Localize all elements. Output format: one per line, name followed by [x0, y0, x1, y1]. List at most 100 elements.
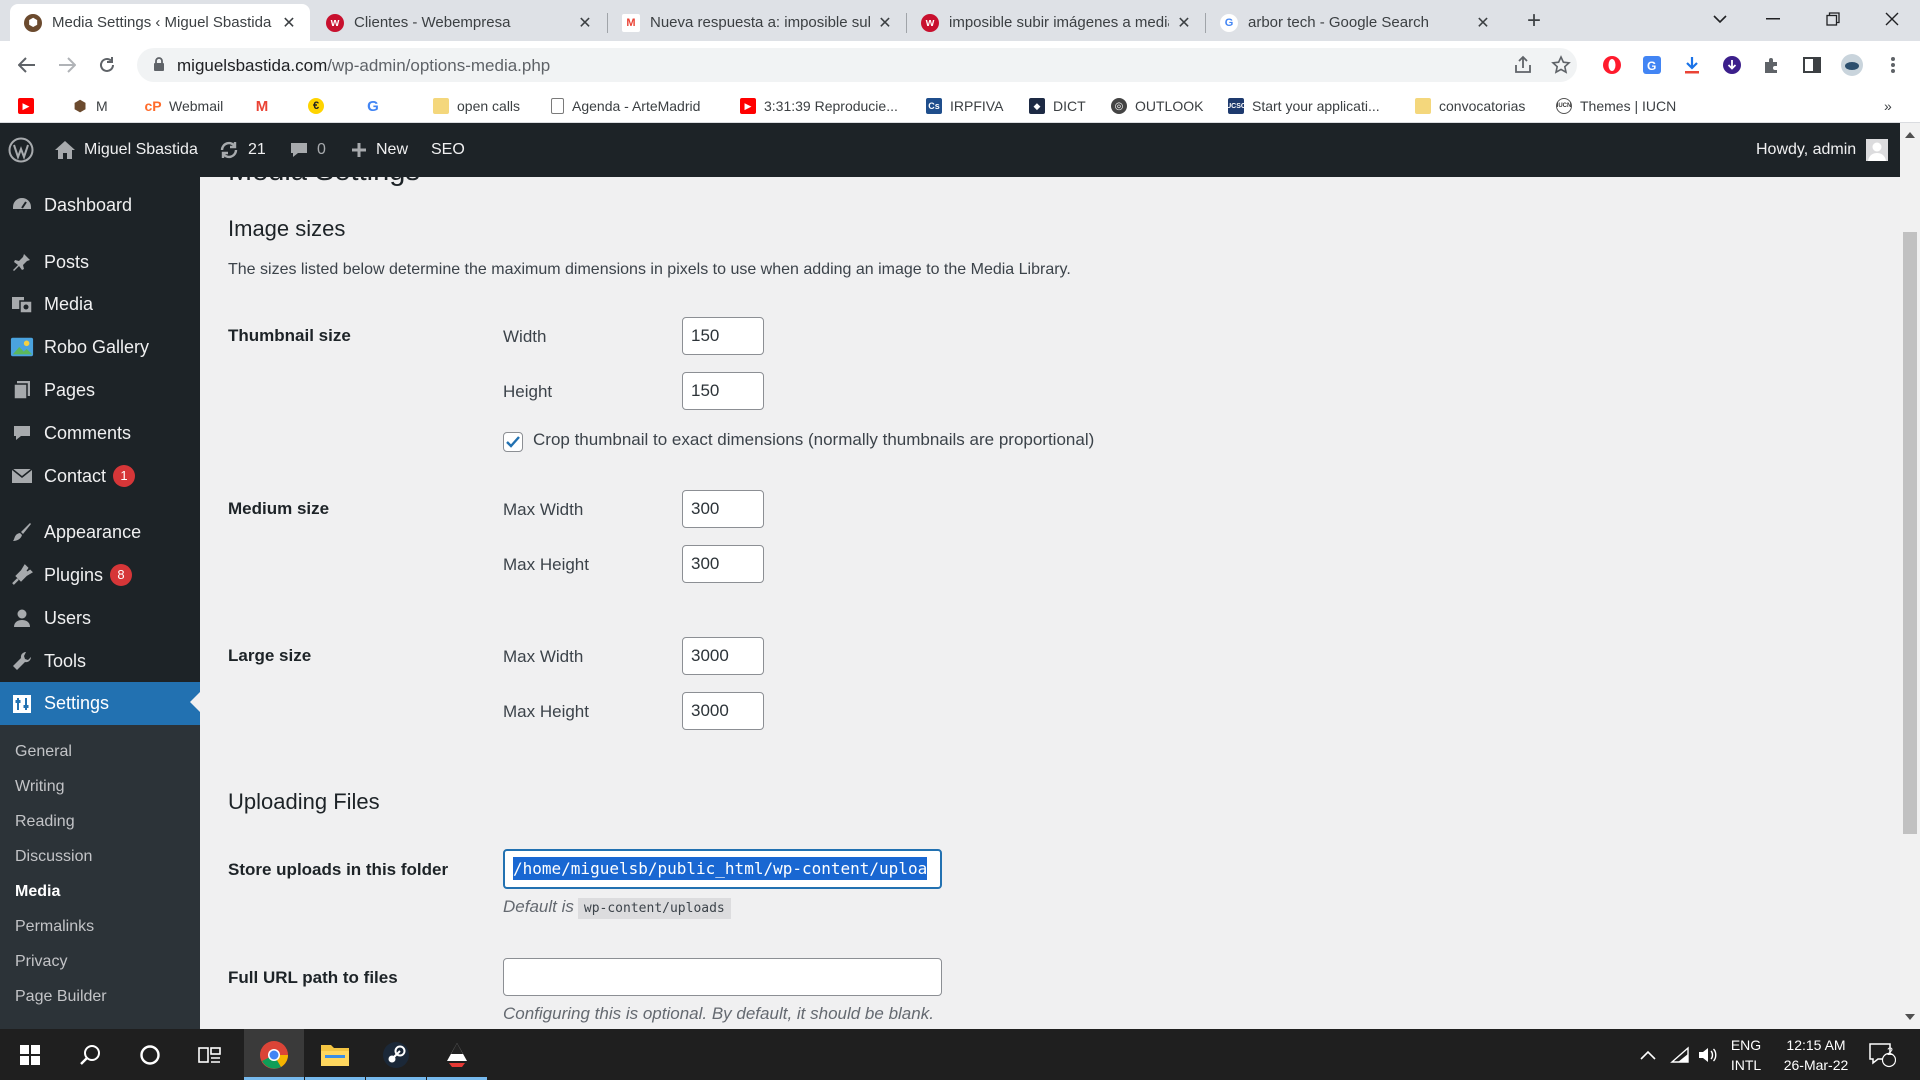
input-language-button[interactable]: ENG INTL	[1724, 1029, 1768, 1080]
lock-icon[interactable]	[153, 57, 165, 72]
profile-avatar[interactable]	[1841, 54, 1863, 76]
network-button[interactable]	[1670, 1029, 1690, 1080]
scroll-down-arrow[interactable]	[1905, 1014, 1915, 1020]
close-icon[interactable]: ✕	[576, 13, 594, 33]
close-window-button[interactable]	[1864, 0, 1920, 38]
sidebar-item-media[interactable]: Media	[0, 284, 200, 324]
task-view-button[interactable]	[180, 1029, 240, 1080]
minimize-button[interactable]	[1745, 0, 1801, 38]
kebab-menu-icon[interactable]	[1882, 54, 1904, 76]
show-hidden-icons-button[interactable]	[1640, 1029, 1656, 1080]
bookmark-webmail[interactable]: cP Webmail	[144, 96, 223, 116]
address-bar[interactable]: miguelsbastida.com/wp-admin/options-medi…	[137, 48, 1577, 82]
full-url-input[interactable]	[503, 958, 942, 996]
bookmark-youtube[interactable]: ▶	[18, 96, 42, 116]
reload-button[interactable]	[93, 51, 121, 79]
thumbnail-width-input[interactable]: 150	[682, 317, 764, 355]
back-button[interactable]	[13, 51, 41, 79]
volume-button[interactable]	[1697, 1029, 1717, 1080]
download-icon[interactable]	[1681, 54, 1703, 76]
close-icon[interactable]: ✕	[876, 13, 894, 33]
bookmark-start-application[interactable]: UCSC Start your applicati...	[1226, 96, 1380, 116]
tab-clientes[interactable]: w Clientes - Webempresa ✕	[312, 4, 606, 41]
sidebar-item-plugins[interactable]: Plugins 8	[0, 555, 200, 595]
sidebar-item-contact[interactable]: Contact 1	[0, 456, 200, 496]
search-button[interactable]	[60, 1029, 120, 1080]
tab-imposible-subir[interactable]: w imposible subir imágenes a media ✕	[907, 4, 1205, 41]
upload-path-input[interactable]: /home/miguelsb/public_html/wp-content/up…	[503, 849, 942, 889]
tab-search-button[interactable]	[1692, 0, 1748, 38]
bookmark-euro[interactable]: €	[308, 96, 332, 116]
start-button[interactable]	[0, 1029, 60, 1080]
crop-thumbnail-checkbox[interactable]	[503, 432, 523, 452]
sidebar-item-tools[interactable]: Tools	[0, 641, 200, 681]
close-icon[interactable]: ✕	[1175, 13, 1193, 33]
new-content-link[interactable]: New	[350, 123, 408, 177]
sidebar-item-comments[interactable]: Comments	[0, 413, 200, 453]
taskbar-chrome[interactable]	[244, 1029, 304, 1080]
comments-link[interactable]: 0	[289, 123, 326, 177]
star-icon[interactable]	[1551, 55, 1571, 75]
updates-link[interactable]: 21	[218, 123, 266, 177]
wp-logo-button[interactable]	[8, 123, 34, 177]
bookmark-agenda[interactable]: Agenda - ArteMadrid	[551, 96, 700, 116]
bookmark-dict[interactable]: ◆ DICT	[1029, 96, 1086, 116]
forward-button[interactable]	[53, 51, 81, 79]
submenu-item-page-builder[interactable]: Page Builder	[15, 988, 107, 1006]
site-name-link[interactable]: Miguel Sbastida	[54, 123, 198, 177]
bookmark-youtube-video[interactable]: ▶ 3:31:39 Reproducie...	[740, 96, 898, 116]
submenu-item-reading[interactable]: Reading	[15, 813, 75, 831]
close-icon[interactable]: ✕	[1474, 13, 1492, 33]
restore-button[interactable]	[1805, 0, 1861, 38]
bookmark-themes-iucn[interactable]: IUCN Themes | IUCN	[1556, 96, 1676, 116]
bookmark-open-calls[interactable]: open calls	[433, 96, 520, 116]
action-center-button[interactable]: 2	[1868, 1029, 1896, 1080]
clock[interactable]: 12:15 AM 26-Mar-22	[1772, 1029, 1860, 1080]
bookmark-google[interactable]: G	[365, 96, 389, 116]
scrollbar-thumb[interactable]	[1903, 232, 1917, 834]
video-downloader-icon[interactable]	[1721, 54, 1743, 76]
scroll-up-arrow[interactable]	[1905, 132, 1915, 138]
cortana-button[interactable]	[120, 1029, 180, 1080]
submenu-item-media[interactable]: Media	[15, 883, 60, 901]
crop-thumbnail-label[interactable]: Crop thumbnail to exact dimensions (norm…	[533, 430, 1094, 450]
side-panel-icon[interactable]	[1801, 54, 1823, 76]
bookmark-outlook[interactable]: ◎ OUTLOOK	[1111, 96, 1203, 116]
submenu-item-writing[interactable]: Writing	[15, 778, 65, 796]
share-icon[interactable]	[1513, 55, 1533, 75]
thumbnail-height-input[interactable]: 150	[682, 372, 764, 410]
taskbar-file-explorer[interactable]	[305, 1029, 365, 1080]
bookmark-convocatorias[interactable]: convocatorias	[1415, 96, 1525, 116]
bookmark-gmail[interactable]: M	[254, 96, 278, 116]
puzzle-icon[interactable]	[1761, 54, 1783, 76]
page-scrollbar[interactable]	[1900, 123, 1920, 1029]
taskbar-inkscape[interactable]	[427, 1029, 487, 1080]
sidebar-item-posts[interactable]: Posts	[0, 242, 200, 282]
taskbar-steam[interactable]	[366, 1029, 426, 1080]
new-tab-button[interactable]: +	[1520, 8, 1548, 36]
medium-height-input[interactable]: 300	[682, 545, 764, 583]
medium-width-input[interactable]: 300	[682, 490, 764, 528]
opera-icon[interactable]	[1601, 54, 1623, 76]
submenu-item-discussion[interactable]: Discussion	[15, 848, 92, 866]
submenu-item-permalinks[interactable]: Permalinks	[15, 918, 94, 936]
sidebar-item-pages[interactable]: Pages	[0, 370, 200, 410]
sidebar-item-robo-gallery[interactable]: Robo Gallery	[0, 327, 200, 367]
tab-media-settings[interactable]: ⬢ Media Settings ‹ Miguel Sbastida ✕	[10, 4, 310, 41]
bookmark-m[interactable]: ⬢ M	[72, 96, 107, 116]
close-icon[interactable]: ✕	[280, 13, 298, 33]
sidebar-item-settings[interactable]: Settings	[0, 682, 200, 725]
tab-arbor-tech[interactable]: G arbor tech - Google Search ✕	[1206, 4, 1504, 41]
bookmark-irpfiva[interactable]: Cs IRPFIVA	[926, 96, 1003, 116]
submenu-item-privacy[interactable]: Privacy	[15, 953, 67, 971]
bookmarks-overflow[interactable]: »	[1884, 96, 1892, 116]
large-width-input[interactable]: 3000	[682, 637, 764, 675]
large-height-input[interactable]: 3000	[682, 692, 764, 730]
sidebar-item-users[interactable]: Users	[0, 598, 200, 638]
submenu-item-general[interactable]: General	[15, 743, 72, 761]
translate-icon[interactable]: G	[1641, 54, 1663, 76]
my-account-link[interactable]: Howdy, admin	[1756, 123, 1889, 177]
sidebar-item-appearance[interactable]: Appearance	[0, 512, 200, 552]
sidebar-item-dashboard[interactable]: Dashboard	[0, 185, 200, 225]
seo-link[interactable]: SEO	[431, 123, 465, 177]
